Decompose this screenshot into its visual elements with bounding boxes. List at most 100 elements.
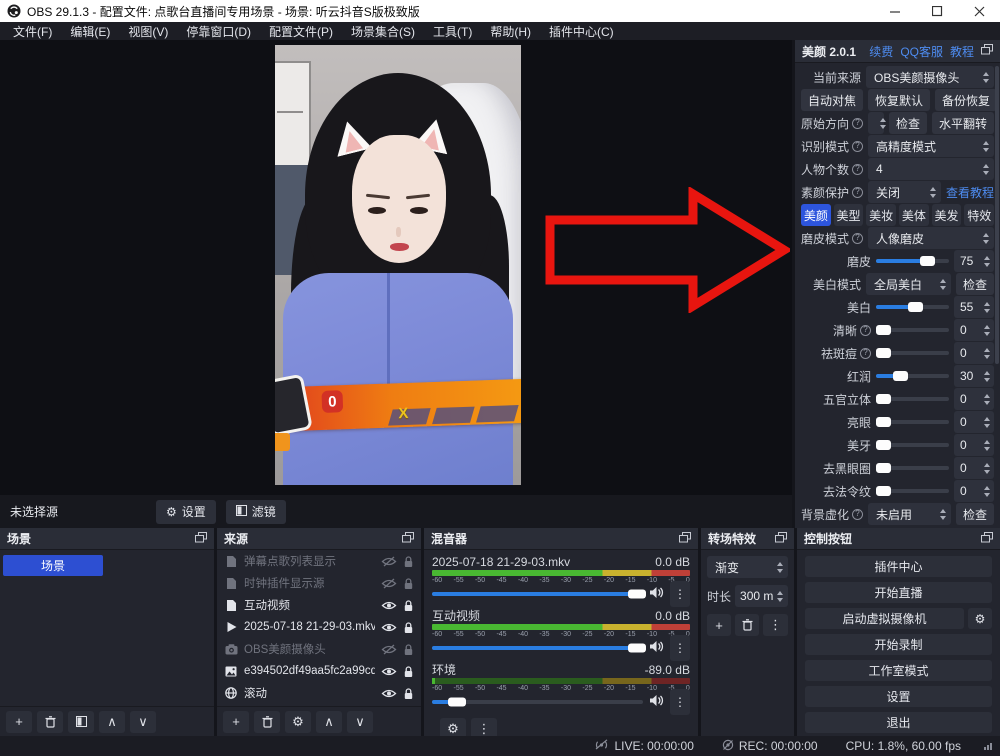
menu-item[interactable]: 文件(F) (4, 22, 61, 40)
remove-source-button[interactable] (254, 711, 280, 733)
help-icon[interactable] (852, 118, 863, 129)
add-scene-button[interactable]: + (6, 711, 32, 733)
help-icon[interactable] (852, 187, 863, 198)
lock-icon[interactable] (403, 555, 414, 568)
nasolabial-value-box[interactable]: 0 (954, 480, 994, 502)
lock-icon[interactable] (403, 665, 414, 678)
recognition-dropdown[interactable]: 高精度模式 (868, 135, 994, 157)
transition-type-dropdown[interactable]: 渐变 (707, 556, 788, 578)
restore-default-button[interactable]: 恢复默认 (868, 89, 930, 111)
rosy-value-box[interactable]: 30 (954, 365, 994, 387)
source-row[interactable]: OBS美颜摄像头 (217, 638, 421, 660)
add-transition-button[interactable]: + (707, 614, 731, 636)
whiten-check-button[interactable]: 检查 (956, 273, 994, 295)
bareface-protect-dropdown[interactable]: 关闭 (868, 181, 941, 203)
current-source-dropdown[interactable]: OBS美颜摄像头 (866, 66, 994, 88)
teeth-slider[interactable] (876, 443, 949, 447)
exit-button[interactable]: 退出 (805, 712, 992, 733)
dark-circles-slider[interactable] (876, 466, 949, 470)
speaker-icon[interactable] (649, 640, 664, 656)
help-icon[interactable] (852, 233, 863, 244)
lock-icon[interactable] (403, 577, 414, 590)
speaker-icon[interactable] (649, 586, 664, 602)
smooth-value-box[interactable]: 75 (954, 250, 994, 272)
virtual-camera-settings-button[interactable]: ⚙ (968, 608, 992, 629)
visibility-visible-icon[interactable] (381, 600, 397, 611)
help-icon[interactable] (852, 164, 863, 175)
popout-icon[interactable] (981, 532, 993, 546)
source-row[interactable]: 时钟插件显示源 (217, 572, 421, 594)
lock-icon[interactable] (403, 599, 414, 612)
bright-eyes-value-box[interactable]: 0 (954, 411, 994, 433)
teeth-value-box[interactable]: 0 (954, 434, 994, 456)
visibility-visible-icon[interactable] (381, 666, 397, 677)
duration-stepper[interactable]: 300 ms (735, 585, 788, 607)
lock-icon[interactable] (403, 687, 414, 700)
orientation-check-button[interactable]: 检查 (889, 112, 927, 134)
scene-item-selected[interactable]: 场景 (3, 555, 103, 576)
track-menu-button[interactable]: ⋮ (670, 689, 690, 715)
help-icon[interactable] (852, 141, 863, 152)
volume-slider[interactable] (432, 646, 643, 650)
renew-link[interactable]: 续费 (869, 43, 893, 60)
background-blur-dropdown[interactable]: 未启用 (868, 503, 951, 525)
start-recording-button[interactable]: 开始录制 (805, 634, 992, 655)
backup-restore-button[interactable]: 备份恢复 (935, 89, 997, 111)
tab-beauty[interactable]: 美颜 (801, 204, 831, 226)
video-source-webcam[interactable]: 0 X (275, 45, 521, 485)
track-menu-button[interactable]: ⋮ (670, 581, 690, 607)
whiten-slider[interactable] (876, 305, 949, 309)
person-count-stepper[interactable]: 4 (868, 158, 994, 180)
menu-item[interactable]: 帮助(H) (481, 22, 540, 40)
horizontal-flip-button[interactable]: 水平翻转 (932, 112, 994, 134)
clarity-slider[interactable] (876, 328, 949, 332)
source-row[interactable]: e394502df49aa5fc2a99cd2e7c (217, 660, 421, 682)
help-icon[interactable] (860, 348, 871, 359)
source-move-up-button[interactable]: ∧ (316, 711, 342, 733)
source-row[interactable]: 弹幕点歌列表显示 (217, 550, 421, 572)
smooth-mode-dropdown[interactable]: 人像磨皮 (868, 227, 994, 249)
blemish-value-box[interactable]: 0 (954, 342, 994, 364)
lock-icon[interactable] (403, 643, 414, 656)
orientation-dropdown[interactable]: 上 (868, 112, 884, 134)
source-properties-gear-button[interactable]: ⚙ (285, 711, 311, 733)
start-virtual-camera-button[interactable]: 启动虚拟摄像机 (805, 608, 964, 629)
remove-scene-button[interactable] (37, 711, 63, 733)
nasolabial-slider[interactable] (876, 489, 949, 493)
tab-effects[interactable]: 特效 (964, 204, 994, 226)
popout-icon[interactable] (195, 532, 207, 546)
source-row[interactable]: 2025-07-18 21-29-03.mkv (217, 616, 421, 638)
visibility-hidden-icon[interactable] (381, 644, 397, 655)
features-slider[interactable] (876, 397, 949, 401)
advanced-audio-gear-button[interactable]: ⚙ (440, 718, 466, 736)
menu-item[interactable]: 插件中心(C) (540, 22, 623, 40)
menu-item[interactable]: 停靠窗口(D) (177, 22, 260, 40)
qq-support-link[interactable]: QQ客服 (900, 43, 943, 60)
tab-shape[interactable]: 美型 (834, 204, 864, 226)
tutorial-link[interactable]: 教程 (950, 43, 974, 60)
view-tutorial-link[interactable]: 查看教程 (946, 184, 994, 201)
scene-filters-button[interactable] (68, 711, 94, 733)
plugin-center-button[interactable]: 插件中心 (805, 556, 992, 577)
maximize-button[interactable] (916, 0, 958, 22)
rosy-slider[interactable] (876, 374, 949, 378)
menu-item[interactable]: 配置文件(P) (260, 22, 342, 40)
help-icon[interactable] (860, 325, 871, 336)
menu-item[interactable]: 场景集合(S) (342, 22, 424, 40)
track-menu-button[interactable]: ⋮ (670, 635, 690, 661)
popout-icon[interactable] (981, 44, 993, 58)
autofocus-button[interactable]: 自动对焦 (801, 89, 863, 111)
popout-icon[interactable] (402, 532, 414, 546)
background-blur-check-button[interactable]: 检查 (956, 503, 994, 525)
visibility-hidden-icon[interactable] (381, 578, 397, 589)
menu-item[interactable]: 编辑(E) (61, 22, 119, 40)
source-filters-button[interactable]: 滤镜 (226, 500, 286, 524)
source-row[interactable]: 滚动 (217, 682, 421, 704)
transition-menu-button[interactable]: ⋮ (763, 614, 788, 636)
volume-slider[interactable] (432, 700, 643, 704)
scene-move-down-button[interactable]: ∨ (130, 711, 156, 733)
menu-item[interactable]: 工具(T) (424, 22, 481, 40)
smooth-slider[interactable] (876, 259, 949, 263)
popout-icon[interactable] (775, 532, 787, 546)
preview-canvas[interactable]: 0 X (0, 40, 792, 495)
